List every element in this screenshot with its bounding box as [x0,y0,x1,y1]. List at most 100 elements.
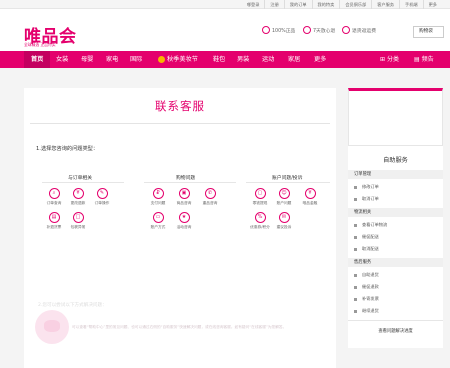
nav-item-appliance[interactable]: 家电 [106,51,118,68]
activity-consult-button[interactable]: ★ 活动咨询 [172,212,196,230]
bullet-icon [354,223,357,227]
order-operation-button[interactable]: ✎ 订单操作 [90,188,114,206]
progress-link[interactable]: 查看问题解决进度 [348,328,443,334]
top-link-mobile[interactable]: 手机端 [399,0,423,9]
product-icon: ▣ [178,188,190,199]
sidebar-item-track[interactable]: 查看订单物流 [354,222,387,228]
category-account: 账户问题/投诉 [272,176,303,181]
promise-genuine: 100%正品 [262,26,295,34]
package-icon: □ [72,212,84,223]
payment-icon: ₽ [152,188,164,199]
divider [144,182,236,183]
sidebar-section-logistics: 物流相关 [348,208,443,217]
account-issue-button[interactable]: ☺ 账户问题 [272,188,296,206]
nav-item-bags[interactable]: 鞋包 [213,51,225,68]
package-issue-button[interactable]: □ 包裹异常 [66,212,90,230]
top-bar: 哪登录 注册 我的订单 我的特卖 会员俱乐部 客户服务 手机端 更多 [0,0,450,9]
nav-item-intl[interactable]: 国际 [130,51,142,68]
sidebar-banner [348,88,443,146]
bullet-icon [354,235,357,239]
header: 唯品会 全球精选 正品特卖 100%正品 7天放心退 退货返运费 购物袋 [0,9,450,51]
question-prompt: 1.选择您咨询的问题类型： [36,146,99,152]
divider [348,320,443,321]
account-method-button[interactable]: ▭ 账户方式 [146,212,170,230]
top-links: 哪登录 注册 我的订单 我的特卖 会员俱乐部 客户服务 手机端 更多 [242,0,442,9]
invoice-button[interactable]: ▤ 补退货票 [42,212,66,230]
divider [246,182,330,183]
promo-icon [158,56,165,63]
top-link-service[interactable]: 客户服务 [371,0,399,9]
sidebar-item-modify-order[interactable]: 修改订单 [354,184,379,190]
sidebar-section-aftersale: 售后服务 [348,258,443,267]
page-title: 联系客服 [155,99,205,113]
divider [42,182,124,183]
contact-panel: 联系客服 1.选择您咨询的问题类型： 与订单相关 购物问题 账户问题/投诉 ⌕ 订… [24,88,336,368]
payment-button[interactable]: ₽ 支付问题 [146,188,170,206]
finance-icon: ¥ [304,188,316,199]
refund-icon: ¥ [72,188,84,199]
nav-home[interactable]: 首页 [24,51,51,68]
nav-item-men[interactable]: 男装 [237,51,249,68]
coupon-button[interactable]: % 优惠券/积分 [248,212,272,230]
invoice-icon: ▤ [48,212,60,223]
top-link-more[interactable]: 更多 [422,0,442,9]
wallet-icon: ▢ [254,188,266,199]
withdraw-button[interactable]: ▢ 零钱提现 [248,188,272,206]
nav-item-home-living[interactable]: 家居 [288,51,300,68]
phone-icon: ✆ [204,188,216,199]
sidebar-item-cancel-delivery[interactable]: 取消配送 [354,246,379,252]
nav-item-beauty[interactable]: 秋季美妆节 [158,51,198,68]
sidebar-item-cancel-order[interactable]: 取消订单 [354,196,379,202]
category-shopping: 购物问题 [176,176,196,181]
card-icon: ▭ [152,212,164,223]
coupon-icon: % [254,212,266,223]
vip-finance-button[interactable]: ¥ 唯品金融 [298,188,322,206]
mascot-face [44,320,60,332]
product-consult-button[interactable]: ▣ 商品咨询 [172,188,196,206]
main-nav: 首页 女装 母婴 家电 国际 秋季美妆节 鞋包 男装 运动 家居 更多 ⊞ 分类… [0,51,450,68]
promise-return: 7天放心退 [303,26,335,34]
star-icon: ★ [178,212,190,223]
bullet-icon [354,247,357,251]
nav-item-baby[interactable]: 母婴 [81,51,93,68]
truck-icon [342,26,350,34]
nav-category[interactable]: ⊞ 分类 [380,51,399,68]
nav-item-women[interactable]: 女装 [56,51,68,68]
sidebar-item-self-return[interactable]: 自助退货 [354,272,379,278]
sidebar-item-urge-delivery[interactable]: 催促配送 [354,234,379,240]
nav-item-more[interactable]: 更多 [314,51,326,68]
sidebar-title: 自助服务 [383,157,408,164]
sidebar-item-urge-refund[interactable]: 催促退款 [354,284,379,290]
quality-consult-button[interactable]: ✆ 重品咨询 [198,188,222,206]
bullet-icon [354,297,357,301]
nav-notice[interactable]: ▤ 频告 [414,51,434,68]
cart-button[interactable]: 购物袋 [413,26,444,38]
nav-item-sports[interactable]: 运动 [262,51,274,68]
top-link-mysale[interactable]: 我的特卖 [311,0,340,9]
sidebar-section-order: 订单管理 [348,170,443,179]
chat-icon: ✉ [278,212,290,223]
top-link-register[interactable]: 注册 [264,0,283,9]
category-order: 与订单相关 [68,176,92,181]
edit-icon: ✎ [96,188,108,199]
divider [30,123,330,124]
bullet-icon [354,185,357,189]
logo-slogan: 全球精选 正品特卖 [24,42,56,47]
search-icon: ⌕ [48,188,60,199]
bullet-icon [354,273,357,277]
self-service-sidebar: 自助服务 订单管理 修改订单 取消订单 物流相关 查看订单物流 催促配送 取消配… [348,88,443,348]
bullet-icon [354,285,357,289]
shield-icon [262,26,270,34]
top-link-login[interactable]: 哪登录 [242,0,265,9]
bullet-icon [354,197,357,201]
complaint-button[interactable]: ✉ 建议投诉 [272,212,296,230]
sidebar-item-continue-return[interactable]: 继续退货 [354,308,379,314]
change-refund-button[interactable]: ¥ 更改退款 [66,188,90,206]
grid-icon: ⊞ [380,56,387,63]
help-note: 可以查看“帮助中心”里的常见问题、也可以通过右侧的“自助服务”快速解决问题，或在… [72,325,287,329]
sidebar-item-reissue-invoice[interactable]: 补寄发票 [354,296,379,302]
return-icon [303,26,311,34]
top-link-orders[interactable]: 我的订单 [283,0,312,9]
top-link-club[interactable]: 会员俱乐部 [339,0,371,9]
order-query-button[interactable]: ⌕ 订单查询 [42,188,66,206]
